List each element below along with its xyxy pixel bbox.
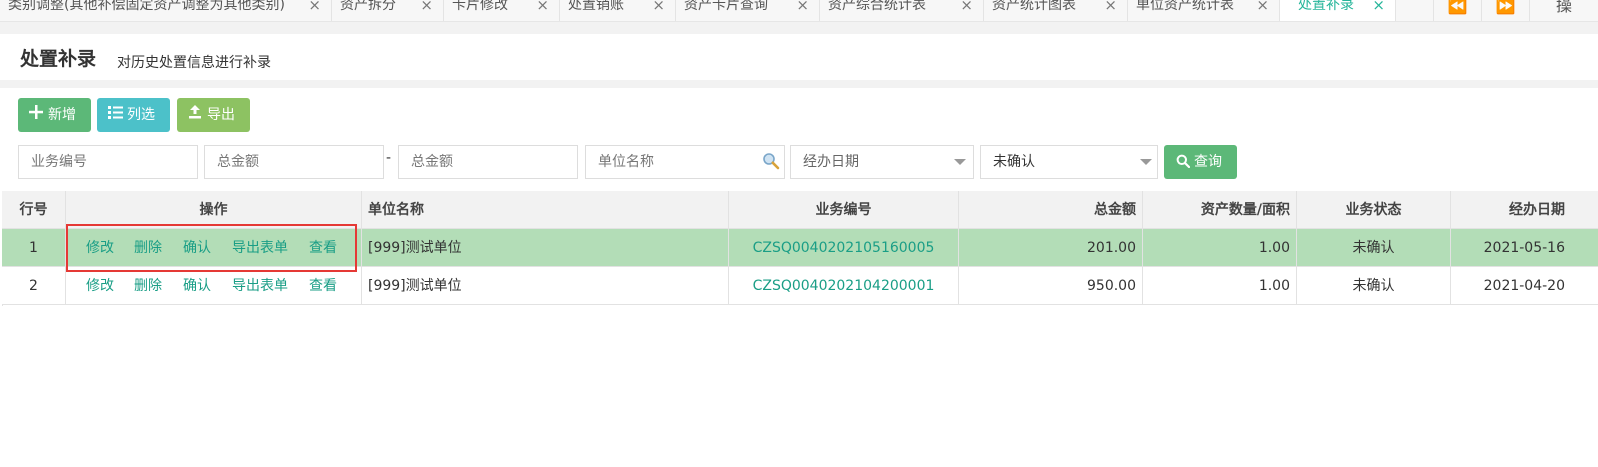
tab-bar: 类别调整(其他补偿固定资产调整为其他类别) × 资产拆分 × 卡片修改 × 处置… — [0, 0, 1598, 22]
close-icon[interactable]: × — [960, 0, 973, 21]
edit-link[interactable]: 修改 — [86, 229, 114, 267]
handle-date-cell: 2021-05-16 — [1483, 240, 1565, 256]
status-cell: 未确认 — [1297, 229, 1451, 267]
tab-label: 资产综合统计表 — [828, 0, 926, 13]
edit-link[interactable]: 修改 — [86, 267, 114, 305]
unit-name-input[interactable] — [585, 145, 785, 179]
close-icon[interactable]: × — [536, 0, 549, 21]
close-icon[interactable]: × — [1256, 0, 1269, 21]
add-button-label: 新增 — [48, 107, 76, 123]
close-icon[interactable]: × — [420, 0, 433, 21]
close-icon[interactable]: × — [652, 0, 665, 21]
export-form-link[interactable]: 导出表单 — [232, 267, 288, 305]
chevron-down-icon — [1140, 159, 1152, 165]
column-header-row-no[interactable]: 行号 — [2, 191, 66, 229]
unit-name-cell: [999]测试单位 — [362, 267, 729, 305]
row-actions: 修改 删除 确认 导出表单 查看 — [66, 229, 362, 267]
quantity-cell: 1.00 — [1143, 229, 1297, 267]
search-icon — [1176, 147, 1191, 181]
column-header-unit-name[interactable]: 单位名称 — [362, 191, 729, 229]
delete-link[interactable]: 删除 — [134, 229, 162, 267]
search-icon[interactable] — [762, 152, 780, 170]
column-header-total-amount[interactable]: 总金额 — [959, 191, 1143, 229]
delete-link[interactable]: 删除 — [134, 267, 162, 305]
handle-date-cell: 2021-04-20 — [1483, 278, 1565, 294]
plus-icon — [28, 98, 44, 132]
tab-unit-stat[interactable]: 单位资产统计表 × — [1128, 0, 1280, 21]
tab-stat-charts[interactable]: 资产统计图表 × — [984, 0, 1128, 21]
tab-disposal-supplement[interactable]: 处置补录 × — [1280, 0, 1396, 21]
row-number: 2 — [2, 267, 66, 305]
column-header-quantity-area[interactable]: 资产数量/面积 — [1143, 191, 1297, 229]
column-header-business-no[interactable]: 业务编号 — [729, 191, 959, 229]
tab-label: 处置销账 — [568, 0, 624, 13]
close-icon[interactable]: × — [1372, 0, 1385, 21]
handle-date-select[interactable]: 经办日期 — [790, 145, 974, 179]
chevron-down-icon — [954, 159, 966, 165]
column-header-actions[interactable]: 操作 — [66, 191, 362, 229]
total-amount-cell: 201.00 — [959, 229, 1143, 267]
table-row[interactable]: 1 修改 删除 确认 导出表单 查看 [999]测试单位 CZSQ0040202… — [2, 229, 1598, 267]
tab-category-adjust[interactable]: 类别调整(其他补偿固定资产调整为其他类别) × — [0, 0, 332, 21]
column-header-status[interactable]: 业务状态 — [1297, 191, 1451, 229]
list-icon — [107, 98, 123, 132]
business-no-input[interactable] — [18, 145, 198, 179]
total-amount-cell: 950.00 — [959, 267, 1143, 305]
export-button-label: 导出 — [207, 107, 235, 123]
tab-label: 处置补录 — [1298, 0, 1354, 13]
tab-operations-menu[interactable]: 操 — [1529, 0, 1598, 21]
tab-card-query[interactable]: 资产卡片查询 × — [676, 0, 820, 21]
unit-name-cell: [999]测试单位 — [362, 229, 729, 267]
amount-to-input[interactable] — [398, 145, 578, 179]
confirm-link[interactable]: 确认 — [183, 267, 211, 305]
column-select-button[interactable]: 列选 — [97, 98, 170, 132]
tab-summary-report[interactable]: 资产综合统计表 × — [820, 0, 984, 21]
upload-icon — [187, 98, 203, 132]
scroll-tabs-right-icon[interactable]: ⏩ — [1481, 0, 1529, 21]
amount-from-input[interactable] — [204, 145, 384, 179]
tab-asset-split[interactable]: 资产拆分 × — [332, 0, 444, 21]
table-row[interactable]: 2 修改 删除 确认 导出表单 查看 [999]测试单位 CZSQ0040202… — [2, 267, 1598, 305]
row-actions: 修改 删除 确认 导出表单 查看 — [66, 267, 362, 305]
scroll-tabs-left-icon[interactable]: ⏪ — [1433, 0, 1481, 21]
range-separator: - — [386, 150, 392, 166]
close-icon[interactable]: × — [796, 0, 809, 21]
business-no-link[interactable]: CZSQ0040202105160005 — [729, 229, 959, 267]
status-cell: 未确认 — [1297, 267, 1451, 305]
tab-label: 资产卡片查询 — [684, 0, 768, 13]
export-form-link[interactable]: 导出表单 — [232, 229, 288, 267]
row-number: 1 — [2, 229, 66, 267]
tab-label: 单位资产统计表 — [1136, 0, 1234, 13]
export-button[interactable]: 导出 — [177, 98, 250, 132]
quantity-cell: 1.00 — [1143, 267, 1297, 305]
status-select[interactable]: 未确认 — [980, 145, 1158, 179]
view-link[interactable]: 查看 — [309, 267, 337, 305]
close-icon[interactable]: × — [1104, 0, 1117, 21]
business-no-link[interactable]: CZSQ0040202104200001 — [729, 267, 959, 305]
tab-card-edit[interactable]: 卡片修改 × — [444, 0, 560, 21]
column-select-label: 列选 — [127, 107, 155, 123]
close-icon[interactable]: × — [308, 0, 321, 21]
tab-label: 类别调整(其他补偿固定资产调整为其他类别) — [8, 0, 285, 13]
add-button[interactable]: 新增 — [18, 98, 91, 132]
column-header-handle-date[interactable]: 经办日期 — [1451, 191, 1598, 229]
separator — [0, 22, 1598, 34]
tab-label: 资产统计图表 — [992, 0, 1076, 13]
tab-label: 资产拆分 — [340, 0, 396, 13]
page-subtitle: 对历史处置信息进行补录 — [117, 55, 271, 71]
page-title: 处置补录 — [20, 48, 97, 70]
separator — [0, 80, 1598, 88]
table-header-row: 行号 操作 单位名称 业务编号 总金额 资产数量/面积 业务状态 经办日期 — [2, 191, 1598, 229]
view-link[interactable]: 查看 — [309, 229, 337, 267]
tab-disposal-writeoff[interactable]: 处置销账 × — [560, 0, 676, 21]
tab-label: 卡片修改 — [452, 0, 508, 13]
query-button[interactable]: 查询 — [1164, 145, 1237, 179]
query-button-label: 查询 — [1194, 154, 1222, 170]
confirm-link[interactable]: 确认 — [183, 229, 211, 267]
